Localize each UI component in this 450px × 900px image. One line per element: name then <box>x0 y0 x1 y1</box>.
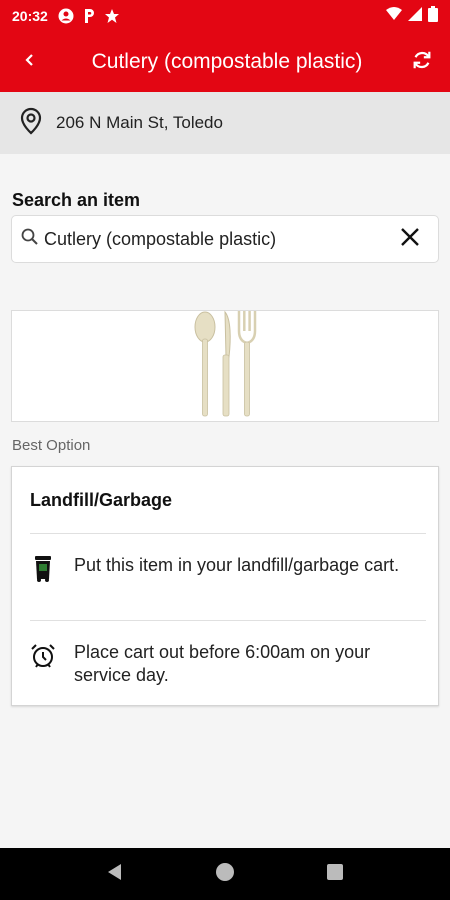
wifi-icon <box>386 6 402 26</box>
garbage-cart-icon <box>30 554 56 582</box>
location-bar[interactable]: 206 N Main St, Toledo <box>0 92 450 154</box>
close-icon <box>400 227 420 252</box>
battery-icon <box>428 5 438 27</box>
nav-back-button[interactable] <box>95 854 135 894</box>
search-label: Search an item <box>12 190 141 210</box>
star-icon <box>104 8 120 24</box>
option-title: Landfill/Garbage <box>30 489 173 510</box>
best-option-card: Landfill/Garbage Put this item in your l… <box>11 466 439 706</box>
address-text: 206 N Main St, Toledo <box>56 113 223 132</box>
instruction-row: Place cart out before 6:00am on your ser… <box>12 621 438 707</box>
best-option-label: Best Option <box>12 437 91 454</box>
instruction-text: Place cart out before 6:00am on your ser… <box>74 642 371 685</box>
back-triangle-icon <box>107 863 123 886</box>
location-pin-icon <box>18 107 44 140</box>
status-time: 20:32 <box>12 8 48 24</box>
search-icon <box>20 227 40 252</box>
app-bar: Cutlery (compostable plastic) <box>0 32 450 92</box>
item-image-card <box>11 310 439 422</box>
search-input[interactable] <box>44 228 382 250</box>
page-title: Cutlery (compostable plastic) <box>91 50 363 73</box>
alarm-clock-icon <box>30 641 56 669</box>
instruction-text: Put this item in your landfill/garbage c… <box>74 555 400 575</box>
back-button[interactable] <box>0 32 60 92</box>
recents-square-icon <box>327 863 343 885</box>
search-box[interactable] <box>11 215 439 263</box>
status-bar: 20:32 <box>0 0 450 32</box>
nav-home-button[interactable] <box>205 854 245 894</box>
refresh-icon <box>411 49 433 76</box>
home-circle-icon <box>215 862 235 887</box>
chevron-left-icon <box>24 52 36 73</box>
refresh-button[interactable] <box>394 32 450 92</box>
cutlery-image <box>190 309 260 424</box>
signal-icon <box>408 6 422 26</box>
p-icon <box>82 8 96 24</box>
nav-recents-button[interactable] <box>315 854 355 894</box>
account-circle-icon <box>58 8 74 24</box>
instruction-row: Put this item in your landfill/garbage c… <box>12 534 438 620</box>
clear-search-button[interactable] <box>382 216 438 262</box>
system-nav-bar <box>0 848 450 900</box>
